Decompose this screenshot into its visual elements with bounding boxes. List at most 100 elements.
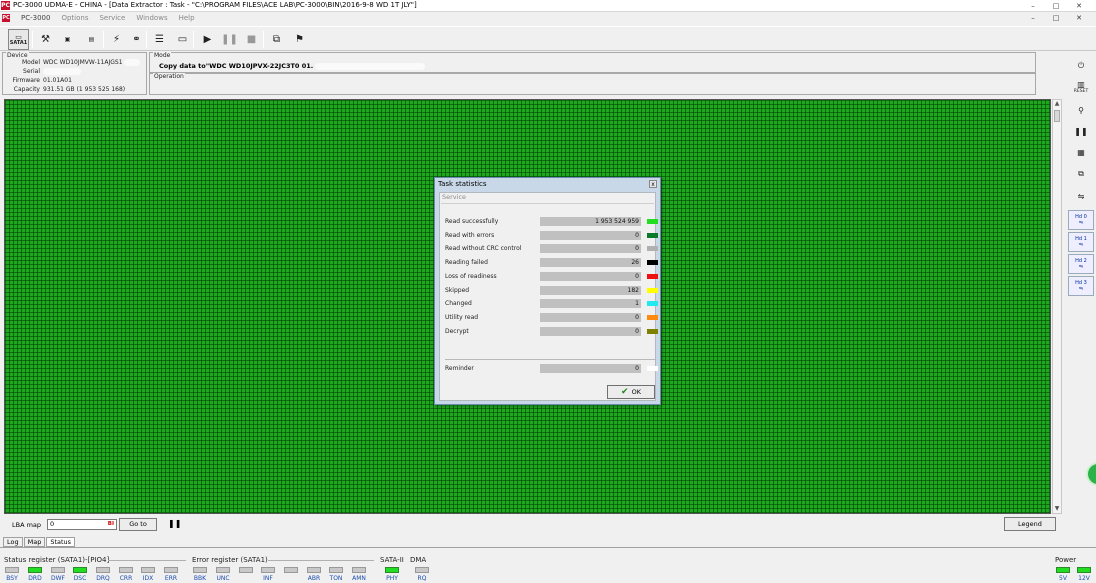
menu-bar: PC PC-3000 Options Service Windows Help [0,12,1096,23]
statistic-value: 0 [540,326,641,336]
statistics-row: Utility read 0 [445,312,658,323]
counter-icon[interactable]: ▦ [1068,143,1094,161]
map-pause-icon[interactable]: ❚❚ [168,519,181,528]
device-panel: Device Model WDC WD10JMVW-11AJGS1 Serial… [2,52,147,95]
statistic-label: Skipped [445,286,470,294]
maximize-button[interactable]: □ [1045,1,1067,11]
connector-icon[interactable]: ⇋ [1068,187,1094,205]
register-led-label: INF [263,575,273,582]
register-led [239,567,253,573]
dialog-close-icon[interactable]: x [649,180,657,188]
copy-icon[interactable]: ⧉ [266,29,287,50]
device-panel-title: Device [6,52,29,59]
register-led-label: DRD [28,575,42,582]
statistic-label: Read successfully [445,218,499,225]
hd2-icon[interactable]: Hd 2 ⇋ [1068,254,1094,274]
dma-title: DMA [410,556,427,564]
sata1-icon[interactable]: ▭ SATA1 [8,29,29,50]
scroll-down-icon[interactable]: ▼ [1053,505,1061,513]
register-led-label: DSC [73,575,87,582]
plug-icon[interactable]: ⚡ [106,29,127,50]
statistic-value: 1 953 524 959 [540,217,641,226]
drive-stack-icon[interactable]: ☰ [149,29,170,50]
pin-icon[interactable]: ⚲ [1068,101,1094,119]
app-icon: PC [1,1,10,10]
window-title: PC-3000 UDMA-E - CHINA - [Data Extractor… [13,1,417,9]
minimize-button[interactable]: – [1022,1,1044,11]
register-led [5,567,19,573]
reminder-color-swatch [647,366,658,371]
register-led-label: PHY [386,575,398,582]
binoculars-icon[interactable]: ⚭ [126,29,147,50]
menu-windows[interactable]: Windows [136,14,167,22]
firmware-value: 01.01A01 [43,77,72,84]
right-copy-icon[interactable]: ⧉ [1068,165,1094,183]
register-led [261,567,275,573]
hd1-icon[interactable]: Hd 1 ⇋ [1068,232,1094,252]
mode-value: Copy data to"WDC WD10JPVX-22JC3T0 01. [159,62,426,70]
screen-icon[interactable]: ▭ [172,29,193,50]
tools-icon[interactable]: ⚒ [35,29,56,50]
calculator-icon[interactable]: ▤ [81,29,102,50]
lba-input[interactable]: 0 BI [47,519,117,530]
dialog-body: Service Read successfully 1 953 524 959 Re… [439,192,658,401]
serial-value [43,68,81,75]
stop-icon[interactable]: ■ [241,29,262,50]
register-led-label: RQ [417,575,427,582]
power-icon[interactable]: ⏻ [1068,57,1094,75]
pause-icon[interactable]: ❚❚ [219,29,240,50]
register-led-label: DRQ [96,575,110,582]
service-group-label: Service [442,193,467,201]
right-pause-icon[interactable]: ❚❚ [1068,122,1094,140]
statistic-label: Read with errors [445,231,495,239]
menu-options[interactable]: Options [61,14,88,22]
statistics-row: Read with errors 0 [445,230,658,241]
tab-map[interactable]: Map [23,537,46,547]
dialog-title: Task statistics [438,180,487,188]
child-minimize-button[interactable]: – [1022,13,1044,23]
tab-status[interactable]: Status [46,537,76,547]
menu-logo-icon[interactable]: PC [2,13,10,22]
register-led [284,567,298,573]
reset-icon[interactable]: ▥ RESET [1068,79,1094,97]
child-maximize-button[interactable]: □ [1045,13,1067,23]
goto-button[interactable]: Go to [119,518,157,531]
floating-status-icon[interactable] [1086,462,1096,486]
register-led-label: BSY [6,575,18,582]
sata2-title: SATA-II [380,556,404,564]
hd0-icon[interactable]: Hd 0 ⇋ [1068,210,1094,230]
menu-help[interactable]: Help [179,14,195,22]
child-close-button[interactable]: ✕ [1068,13,1090,23]
play-icon[interactable]: ▶ [197,29,218,50]
ok-button[interactable]: ✔ OK [607,385,655,399]
map-icon[interactable]: ⚑ [289,29,310,50]
firmware-label: Firmware [12,77,41,84]
register-led [96,567,110,573]
statistic-color-swatch [647,301,658,307]
error-register-title: Error register (SATA1) [192,556,268,564]
tab-log[interactable]: Log [3,537,23,547]
register-led-label: 12V [1078,575,1090,582]
close-button[interactable]: ✕ [1068,1,1090,11]
statistic-value: 0 [540,312,641,322]
menu-service[interactable]: Service [99,14,125,22]
lba-map-label: LBA map [12,521,42,529]
scroll-thumb[interactable] [1054,110,1060,122]
statistic-value: 0 [540,230,641,240]
task-statistics-dialog: Task statistics x Service Read successfu… [434,177,661,405]
lba-unit-icon[interactable]: BI [108,520,114,529]
menu-pc3000[interactable]: PC-3000 [21,14,50,22]
register-led [307,567,321,573]
status-register-title: Status register (SATA1)-[PIO4] [4,556,110,564]
statistic-label: Changed [445,300,472,308]
map-scrollbar[interactable]: ▲ ▼ [1052,99,1062,514]
register-led [415,567,429,573]
statistic-value: 0 [540,244,641,254]
bottom-tabs: Log Map Status [3,537,76,547]
scroll-up-icon[interactable]: ▲ [1053,100,1061,108]
legend-button[interactable]: Legend [1004,517,1056,531]
chip-icon[interactable]: ▣ [57,29,78,50]
hd3-icon[interactable]: Hd 3 ⇋ [1068,276,1094,296]
dma-register: DMA RQ [410,556,438,583]
model-value: WDC WD10JMVW-11AJGS1 [43,59,141,66]
